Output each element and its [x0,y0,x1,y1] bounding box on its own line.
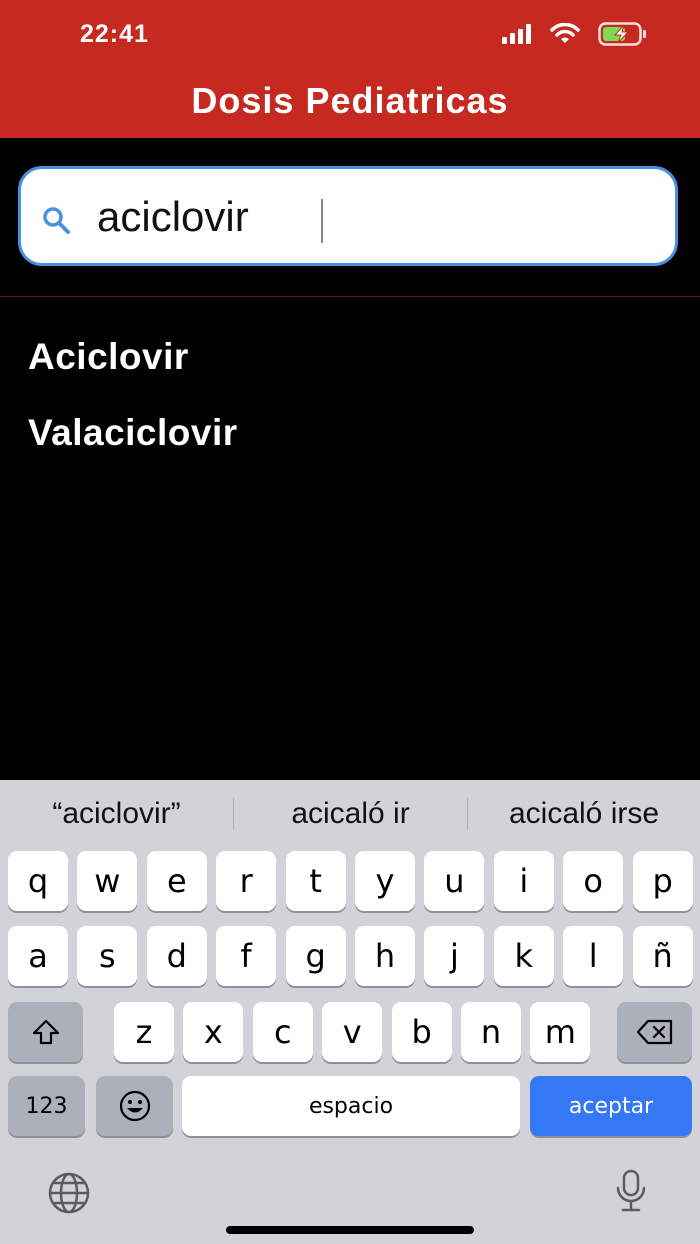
key[interactable]: x [183,1002,244,1062]
search-box[interactable] [18,166,678,266]
keyboard: “aciclovir” acicaló ir acicaló irse qwer… [0,780,700,1244]
cellular-signal-icon [502,24,531,44]
key[interactable]: s [77,926,138,986]
suggestion-3[interactable]: acicaló irse [468,780,700,848]
key[interactable]: u [424,851,485,911]
list-item[interactable]: Valaciclovir [28,411,238,487]
key[interactable]: j [424,926,485,986]
key[interactable]: n [461,1002,521,1062]
suggestion-1[interactable]: “aciclovir” [0,780,233,848]
key[interactable]: g [285,926,346,986]
battery-charging-icon [598,22,646,46]
key[interactable]: d [146,926,207,986]
key[interactable]: h [355,926,415,986]
key[interactable]: q [8,851,68,911]
backspace-icon [636,1019,672,1045]
key[interactable]: o [563,851,624,911]
accept-key[interactable]: aceptar [530,1076,692,1136]
key[interactable]: b [391,1002,452,1062]
text-caret [321,199,323,243]
key[interactable]: ñ [632,926,693,986]
numbers-key[interactable]: 123 [8,1076,85,1136]
key[interactable]: t [285,851,346,911]
delete-key[interactable] [617,1002,692,1062]
results-list: Aciclovir Valaciclovir [28,335,238,487]
key[interactable]: w [77,851,138,911]
key[interactable]: a [8,926,68,986]
key[interactable]: p [632,851,693,911]
key[interactable]: m [530,1002,591,1062]
key[interactable]: f [216,926,277,986]
key[interactable]: v [322,1002,383,1062]
suggestion-2[interactable]: acicaló ir [234,780,467,848]
app-header: 22:41 Dosis Pediatricas [0,0,700,138]
key[interactable]: r [216,851,277,911]
search-area [0,138,700,297]
key[interactable]: l [563,926,624,986]
key[interactable]: y [355,851,415,911]
key[interactable]: z [114,1002,174,1062]
list-item[interactable]: Aciclovir [28,335,238,411]
search-input[interactable] [97,191,657,243]
status-time: 22:41 [80,20,149,48]
shift-icon [32,1019,59,1045]
microphone-icon[interactable] [614,1168,648,1214]
globe-icon[interactable] [46,1170,92,1216]
home-indicator [226,1226,474,1234]
status-icons [502,22,648,46]
emoji-key[interactable] [96,1076,173,1136]
key[interactable]: c [252,1002,313,1062]
shift-key[interactable] [8,1002,83,1062]
space-key[interactable]: espacio [182,1076,520,1136]
key[interactable]: k [493,926,554,986]
key[interactable]: i [493,851,554,911]
emoji-icon [119,1090,150,1122]
key[interactable]: e [146,851,207,911]
wifi-icon [550,23,580,43]
search-icon [43,207,70,234]
page-title: Dosis Pediatricas [191,80,509,121]
